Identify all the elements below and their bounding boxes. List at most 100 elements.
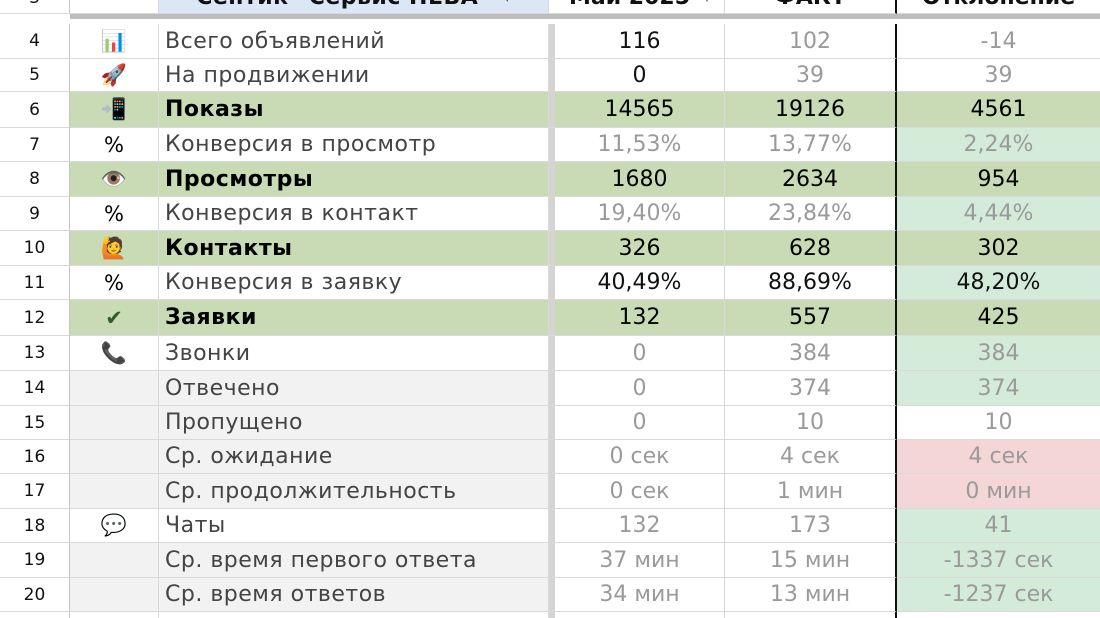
fact-value[interactable]: 10 (725, 406, 897, 440)
percent-icon[interactable]: % (70, 128, 159, 162)
deviation-value[interactable]: 425 (897, 300, 1100, 336)
deviation-value[interactable]: 4561 (897, 92, 1100, 128)
raising-hand-icon[interactable]: 🙋 (70, 231, 159, 266)
fact-value[interactable]: 628 (725, 231, 897, 266)
icon-cell[interactable] (70, 0, 159, 14)
fact-value[interactable]: 173 (725, 509, 897, 543)
row-label[interactable]: Заявки (159, 300, 549, 336)
row-label[interactable]: Ср. время первого ответа (159, 543, 549, 578)
row-number[interactable]: 13 (0, 336, 70, 371)
row-number[interactable]: 15 (0, 406, 70, 440)
row-label[interactable]: Просмотры (159, 162, 549, 197)
row-number[interactable]: 12 (0, 300, 70, 336)
eye-icon[interactable]: 👁️ (70, 162, 159, 197)
row-number[interactable]: 8 (0, 162, 70, 197)
row-label[interactable]: Конверсия в просмотр (159, 128, 549, 162)
rocket-icon[interactable]: 🚀 (70, 59, 159, 92)
plan-value[interactable]: 132 (555, 300, 725, 336)
plan-value[interactable]: 40,49% (555, 266, 725, 300)
row-number[interactable] (0, 612, 70, 618)
plan-value[interactable]: 0 сек (555, 440, 725, 474)
row-label[interactable]: Ср. ожидание (159, 440, 549, 474)
row-label[interactable]: На продвижении (159, 59, 549, 92)
deviation-value[interactable]: 4 сек (897, 440, 1100, 474)
plan-value[interactable]: 132 (555, 509, 725, 543)
row-number[interactable]: 16 (0, 440, 70, 474)
plan-value[interactable]: 19,40% (555, 197, 725, 231)
row-label[interactable]: Пропущено (159, 406, 549, 440)
header-deviation[interactable]: Отклонение (897, 0, 1100, 14)
fact-value[interactable]: 2634 (725, 162, 897, 197)
row-label[interactable]: Отвечено (159, 371, 549, 406)
row-number[interactable]: 14 (0, 371, 70, 406)
bar-chart-icon[interactable]: 📊 (70, 24, 159, 59)
deviation-value[interactable]: 302 (897, 231, 1100, 266)
deviation-value[interactable]: 48,20% (897, 266, 1100, 300)
plan-value[interactable]: 0 сек (555, 474, 725, 509)
fact-value[interactable]: 23,84% (725, 197, 897, 231)
plan-value[interactable]: 11,53% (555, 128, 725, 162)
deviation-value[interactable]: -1237 сек (897, 578, 1100, 612)
plan-value[interactable]: 116 (555, 24, 725, 59)
mobile-phone-icon[interactable]: 📲 (70, 92, 159, 128)
fact-value[interactable]: 374 (725, 371, 897, 406)
row-label[interactable]: Показы (159, 92, 549, 128)
row-number[interactable]: 19 (0, 543, 70, 578)
fact-value[interactable]: 1 мин (725, 474, 897, 509)
row-number[interactable]: 11 (0, 266, 70, 300)
row-label[interactable]: Ср. продолжительность (159, 474, 549, 509)
row-label[interactable]: Контакты (159, 231, 549, 266)
deviation-value[interactable] (897, 612, 1100, 618)
fact-value[interactable]: 88,69% (725, 266, 897, 300)
plan-value[interactable]: 1680 (555, 162, 725, 197)
plan-value[interactable]: 14565 (555, 92, 725, 128)
header-fact[interactable]: ФАКТ (725, 0, 897, 14)
header-label-cell[interactable]: Септик "Сервис НЕВА" ▾ (159, 0, 549, 14)
icon-cell[interactable] (70, 543, 159, 578)
row-label[interactable]: Чаты (159, 509, 549, 543)
row-number[interactable]: 17 (0, 474, 70, 509)
speech-bubble-icon[interactable]: 💬 (70, 509, 159, 543)
icon-cell[interactable] (70, 612, 159, 618)
percent-icon[interactable]: % (70, 197, 159, 231)
deviation-value[interactable]: 4,44% (897, 197, 1100, 231)
checkmark-icon[interactable]: ✔ (70, 300, 159, 336)
row-label[interactable]: Конверсия в контакт (159, 197, 549, 231)
deviation-value[interactable]: 0 мин (897, 474, 1100, 509)
icon-cell[interactable] (70, 474, 159, 509)
deviation-value[interactable]: 374 (897, 371, 1100, 406)
plan-value[interactable]: 326 (555, 231, 725, 266)
fact-value[interactable]: 15 мин (725, 543, 897, 578)
row-number[interactable]: 7 (0, 128, 70, 162)
icon-cell[interactable] (70, 440, 159, 474)
fact-value[interactable] (725, 612, 897, 618)
row-label[interactable]: Звонки (159, 336, 549, 371)
deviation-value[interactable]: 41 (897, 509, 1100, 543)
plan-value[interactable]: 0 (555, 406, 725, 440)
deviation-value[interactable]: 39 (897, 59, 1100, 92)
row-number[interactable]: 3 (0, 0, 70, 14)
row-number[interactable]: 10 (0, 231, 70, 266)
dropdown-arrow-icon[interactable]: ▾ (704, 0, 710, 5)
plan-value[interactable]: 0 (555, 336, 725, 371)
deviation-value[interactable]: -14 (897, 24, 1100, 59)
icon-cell[interactable] (70, 578, 159, 612)
row-number[interactable]: 4 (0, 24, 70, 59)
row-number[interactable]: 9 (0, 197, 70, 231)
plan-value[interactable]: 0 (555, 59, 725, 92)
row-number[interactable]: 20 (0, 578, 70, 612)
fact-value[interactable]: 102 (725, 24, 897, 59)
fact-value[interactable]: 557 (725, 300, 897, 336)
row-number[interactable]: 5 (0, 59, 70, 92)
row-number[interactable]: 18 (0, 509, 70, 543)
fact-value[interactable]: 13 мин (725, 578, 897, 612)
row-label[interactable]: Всего объявлений (159, 24, 549, 59)
plan-value[interactable]: 0 (555, 371, 725, 406)
deviation-value[interactable]: 10 (897, 406, 1100, 440)
fact-value[interactable]: 384 (725, 336, 897, 371)
row-label[interactable] (159, 612, 549, 618)
row-number[interactable]: 6 (0, 92, 70, 128)
header-plan-cell[interactable]: Май 2025 ▾ (555, 0, 725, 14)
deviation-value[interactable]: -1337 сек (897, 543, 1100, 578)
fact-value[interactable]: 13,77% (725, 128, 897, 162)
